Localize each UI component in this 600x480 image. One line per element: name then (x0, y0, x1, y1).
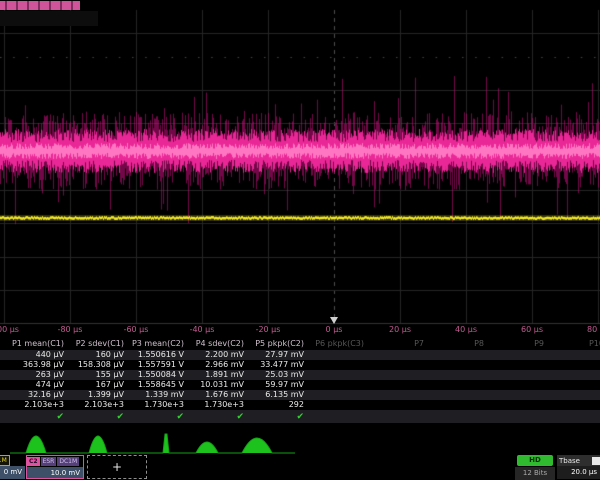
measure-value-cell: 59.97 mV (248, 380, 308, 390)
measure-value-cell: 292 (248, 400, 308, 410)
channel-c1-descriptor[interactable]: DC1M 0 mV (0, 455, 25, 479)
measure-value-cell: 363.98 µV (8, 360, 68, 370)
plus-icon: + (112, 460, 122, 474)
measure-value-cell: 2.103e+3 (68, 400, 128, 410)
histicon-shapes (10, 434, 295, 453)
time-axis: -100 µs -80 µs -60 µs -40 µs -20 µs 0 µs 20 µs… (0, 324, 600, 337)
table-row: P1 mean(C1)P2 sdev(C1)P3 mean(C2)P4 sdev… (0, 337, 600, 350)
measure-status-cell: ✔ (68, 412, 128, 422)
measure-header-cell[interactable]: P6 pkpk(C3) (308, 339, 368, 349)
timebase-descriptor[interactable]: Tbase 20.0 µs (557, 455, 600, 479)
hd-bits-label: 12 Bits (515, 467, 555, 480)
c1-scale-value: 0 mV (0, 466, 25, 479)
measure-header-cell[interactable]: P10 (548, 339, 600, 349)
table-row: 363.98 µV158.308 µV1.557591 V2.966 mV33.… (0, 360, 600, 370)
time-axis-label: -80 µs (58, 325, 83, 334)
measure-header-cell[interactable]: P9 (488, 339, 548, 349)
channel-c2-descriptor[interactable]: C2 ESR DC1M 10.0 mV (26, 455, 84, 479)
measure-value-cell: 474 µV (8, 380, 68, 390)
measure-value-cell: 1.339 mV (128, 390, 188, 400)
measure-value-cell: 2.966 mV (188, 360, 248, 370)
c1-coupling-badge: DC1M (0, 455, 10, 466)
time-axis-label: -20 µs (256, 325, 281, 334)
time-axis-label: -40 µs (190, 325, 215, 334)
time-axis-label: 80 µs (587, 325, 600, 334)
descriptor-bar: DC1M 0 mV C2 ESR DC1M 10.0 mV + HD 12 Bi… (0, 454, 600, 480)
table-row: 32.16 µV1.399 µV1.339 mV1.676 mV6.135 mV (0, 390, 600, 400)
time-axis-label: 60 µs (521, 325, 543, 334)
measure-value-cell: 1.557591 V (128, 360, 188, 370)
measure-header-cell[interactable]: P3 mean(C2) (128, 339, 188, 349)
timebase-value: 20.0 µs (557, 466, 600, 479)
time-axis-label: 20 µs (389, 325, 411, 334)
table-row: 2.103e+32.103e+31.730e+31.730e+3292 (0, 400, 600, 410)
measure-value-cell: 1.730e+3 (128, 400, 188, 410)
measure-header-cell[interactable]: P5 pkpk(C2) (248, 339, 308, 349)
measure-value-cell: 440 µV (8, 350, 68, 360)
measure-value-cell: 10.031 mV (188, 380, 248, 390)
waveform-grid-canvas[interactable] (0, 0, 600, 340)
measure-value-cell: 25.03 mV (248, 370, 308, 380)
measure-value-cell: 1.550084 V (128, 370, 188, 380)
c2-scale-value: 10.0 mV (27, 467, 83, 479)
measure-value-cell: 33.477 mV (248, 360, 308, 370)
measure-header-cell[interactable]: P8 (428, 339, 488, 349)
table-row: 263 µV155 µV1.550084 V1.891 mV25.03 mV (0, 370, 600, 380)
measure-value-cell: 167 µV (68, 380, 128, 390)
measure-value-cell: 2.200 mV (188, 350, 248, 360)
table-row: 474 µV167 µV1.558645 V10.031 mV59.97 mV (0, 380, 600, 390)
measure-value-cell: 1.558645 V (128, 380, 188, 390)
measure-value-cell: 1.730e+3 (188, 400, 248, 410)
table-row: ✔✔✔✔✔ (0, 410, 600, 423)
measure-value-cell: 160 µV (68, 350, 128, 360)
measure-value-cell: 6.135 mV (248, 390, 308, 400)
cropped-toolbar-highlight[interactable] (0, 1, 80, 10)
measure-value-cell: 27.97 mV (248, 350, 308, 360)
timebase-label: Tbase (559, 457, 580, 465)
measure-value-cell: 32.16 µV (8, 390, 68, 400)
measure-value-cell: 155 µV (68, 370, 128, 380)
measure-header-cell[interactable]: P2 sdev(C1) (68, 339, 128, 349)
time-axis-label: -100 µs (0, 325, 19, 334)
measure-header-cell[interactable]: P4 sdev(C2) (188, 339, 248, 349)
measure-histicons (0, 429, 600, 455)
measure-status-cell: ✔ (8, 412, 68, 422)
measure-value-cell: 1.676 mV (188, 390, 248, 400)
measure-value-cell: 1.891 mV (188, 370, 248, 380)
c2-coupling-badge: DC1M (57, 457, 79, 466)
measure-value-cell: 2.103e+3 (8, 400, 68, 410)
measure-value-cell: 1.550616 V (128, 350, 188, 360)
measure-value-cell: 1.399 µV (68, 390, 128, 400)
measure-value-cell: 263 µV (8, 370, 68, 380)
trigger-position-marker[interactable] (330, 317, 338, 324)
measure-status-cell: ✔ (188, 412, 248, 422)
c2-esr-badge: ESR (41, 457, 57, 466)
time-axis-label: -60 µs (124, 325, 149, 334)
measure-value-cell: 158.308 µV (68, 360, 128, 370)
timebase-corner-square (592, 457, 600, 465)
oscilloscope-screen: -100 µs -80 µs -60 µs -40 µs -20 µs 0 µs 20 µs… (0, 0, 600, 480)
measure-status-cell: ✔ (128, 412, 188, 422)
hd-mode-badge[interactable]: HD (517, 455, 553, 466)
measure-header-cell[interactable]: P1 mean(C1) (8, 339, 68, 349)
time-axis-label: 40 µs (455, 325, 477, 334)
add-trace-slot[interactable]: + (87, 455, 147, 479)
table-row: 440 µV160 µV1.550616 V2.200 mV27.97 mV (0, 350, 600, 360)
measure-status-cell: ✔ (248, 412, 308, 422)
measure-table: P1 mean(C1)P2 sdev(C1)P3 mean(C2)P4 sdev… (0, 337, 600, 430)
c2-label-badge: C2 (27, 457, 40, 466)
time-axis-label: 0 µs (326, 325, 343, 334)
cropped-top-panel (0, 11, 98, 26)
measure-header-cell[interactable]: P7 (368, 339, 428, 349)
